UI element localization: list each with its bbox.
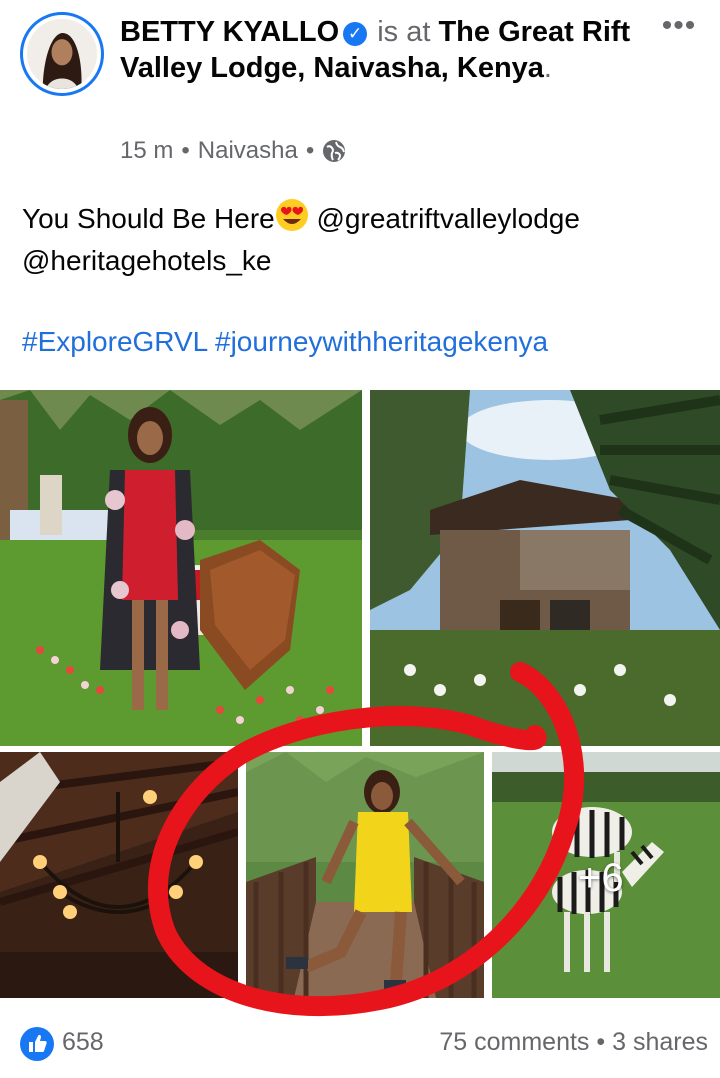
is-at-label: is at (377, 16, 431, 48)
avatar[interactable] (20, 12, 104, 96)
photo-chandelier-interior[interactable] (0, 752, 238, 998)
more-options-button[interactable]: ••• (654, 11, 704, 44)
like-reaction-icon[interactable] (20, 1027, 54, 1061)
meta-separator-2: • (305, 137, 315, 164)
header-period: . (543, 52, 552, 84)
like-count[interactable]: 658 (62, 1028, 104, 1057)
post-text-main: You Should Be Here (22, 203, 275, 234)
engagement-stats: 75 comments • 3 shares (439, 1028, 708, 1057)
verified-badge-icon: ✓ (343, 22, 368, 46)
more-photos-count[interactable]: +6 (578, 856, 624, 901)
photo-woman-lawn-dinner[interactable] (0, 390, 362, 746)
shares-count[interactable]: 3 shares (612, 1028, 708, 1056)
post-meta: 15 m • Naivasha • (120, 137, 346, 165)
globe-icon (322, 139, 346, 163)
comments-count[interactable]: 75 comments (439, 1028, 589, 1056)
meta-separator: • (181, 137, 190, 164)
photo-stone-lodge[interactable] (370, 390, 720, 746)
facebook-post: BETTY KYALLO ✓ is at The Great Rift Valle… (0, 0, 720, 1078)
post-header: BETTY KYALLO ✓ is at The Great Rift Valle… (120, 14, 640, 86)
post-time[interactable]: 15 m (120, 137, 173, 165)
hashtag-explore-grvl[interactable]: #ExploreGRVL (22, 326, 207, 357)
hashtag-journey-heritage[interactable]: #journeywithheritagekenya (215, 326, 548, 357)
heart-eyes-emoji-icon (275, 198, 309, 232)
stats-separator: • (596, 1028, 606, 1056)
author-name[interactable]: BETTY KYALLO (120, 16, 339, 48)
hashtag-line: #ExploreGRVL #journeywithheritagekenya (22, 326, 548, 358)
post-body: You Should Be Here @greatriftvalleylodge… (22, 198, 702, 282)
avatar-image (27, 19, 97, 89)
post-location[interactable]: Naivasha (198, 137, 298, 165)
photo-woman-yellow-bridge[interactable] (246, 752, 484, 998)
